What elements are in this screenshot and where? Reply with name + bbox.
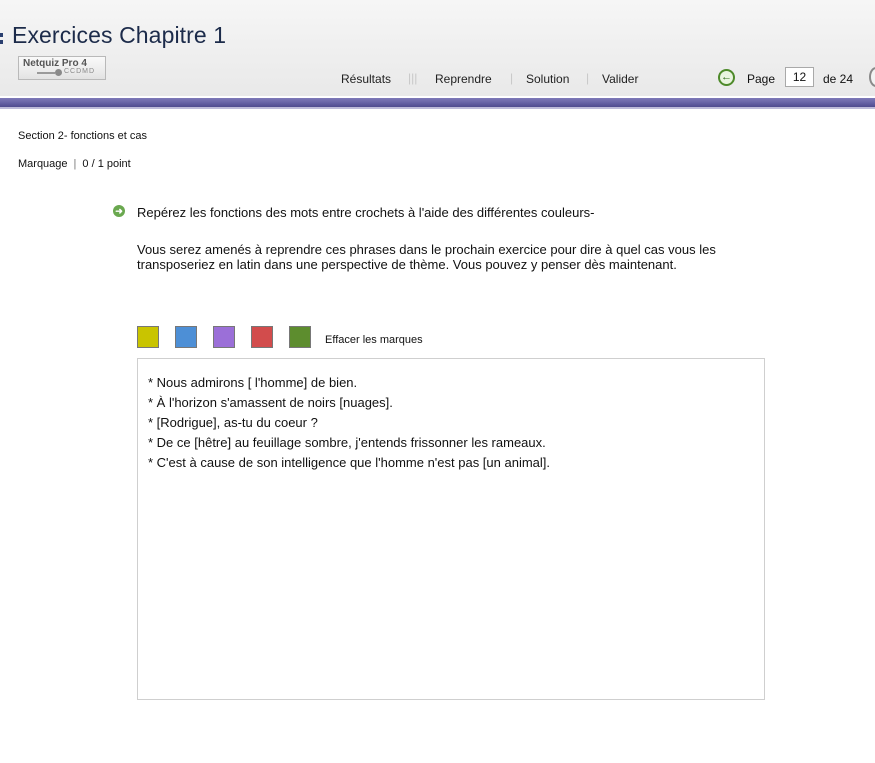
netquiz-logo: Netquiz Pro 4 CCDMD	[18, 56, 106, 80]
nav-separator: |	[586, 71, 590, 85]
marking-score: Marquage | 0 / 1 point	[18, 158, 131, 170]
header-toolbar: Exercices Chapitre 1 Netquiz Pro 4 CCDMD…	[0, 0, 875, 96]
color-swatch-purple[interactable]	[213, 326, 235, 348]
restart-button[interactable]: Reprendre	[435, 72, 492, 86]
marking-label: Marquage	[18, 158, 68, 170]
sentence-item[interactable]: * [Rodrigue], as-tu du coeur ?	[148, 413, 764, 433]
header-divider-bar	[0, 98, 875, 107]
header-divider-line	[0, 107, 875, 109]
section-title: Section 2- fonctions et cas	[18, 130, 148, 142]
nav-separator: |||	[408, 71, 418, 85]
arrow-left-icon: ←	[721, 71, 732, 83]
logo-circle-icon	[55, 69, 62, 76]
question-paragraph: Vous serez amenés à reprendre ces phrase…	[137, 242, 716, 272]
arrow-right-circle-icon: ➜	[113, 205, 125, 217]
sentence-item[interactable]: * À l'horizon s'amassent de noirs [nuage…	[148, 393, 764, 413]
validate-button[interactable]: Valider	[602, 72, 638, 86]
header-marker	[0, 40, 3, 44]
page-number-input[interactable]	[785, 67, 814, 87]
marking-score-value: 0 / 1 point	[82, 158, 131, 170]
color-swatch-green[interactable]	[289, 326, 311, 348]
next-page-button[interactable]	[869, 67, 875, 87]
header-marker	[0, 33, 3, 37]
sentence-item[interactable]: * C'est à cause de son intelligence que …	[148, 453, 764, 473]
logo-subtitle: CCDMD	[64, 68, 96, 75]
logo-bar	[37, 72, 55, 74]
marking-separator: |	[73, 158, 77, 170]
page-title: Exercices Chapitre 1	[12, 22, 227, 48]
results-button[interactable]: Résultats	[341, 72, 391, 86]
color-swatch-blue[interactable]	[175, 326, 197, 348]
previous-page-button[interactable]: ←	[718, 69, 735, 86]
solution-button[interactable]: Solution	[526, 72, 569, 86]
page-total: de 24	[823, 72, 854, 86]
question-instruction: Repérez les fonctions des mots entre cro…	[137, 205, 595, 220]
sentences-panel[interactable]: * Nous admirons [ l'homme] de bien. * À …	[137, 358, 765, 700]
sentence-item[interactable]: * De ce [hêtre] au feuillage sombre, j'e…	[148, 433, 764, 453]
sentence-item[interactable]: * Nous admirons [ l'homme] de bien.	[148, 373, 764, 393]
sentence-list: * Nous admirons [ l'homme] de bien. * À …	[138, 359, 764, 473]
page-label: Page	[747, 72, 776, 86]
color-swatch-yellow[interactable]	[137, 326, 159, 348]
clear-marks-button[interactable]: Effacer les marques	[325, 334, 423, 346]
color-swatch-red[interactable]	[251, 326, 273, 348]
nav-separator: |	[510, 71, 514, 85]
